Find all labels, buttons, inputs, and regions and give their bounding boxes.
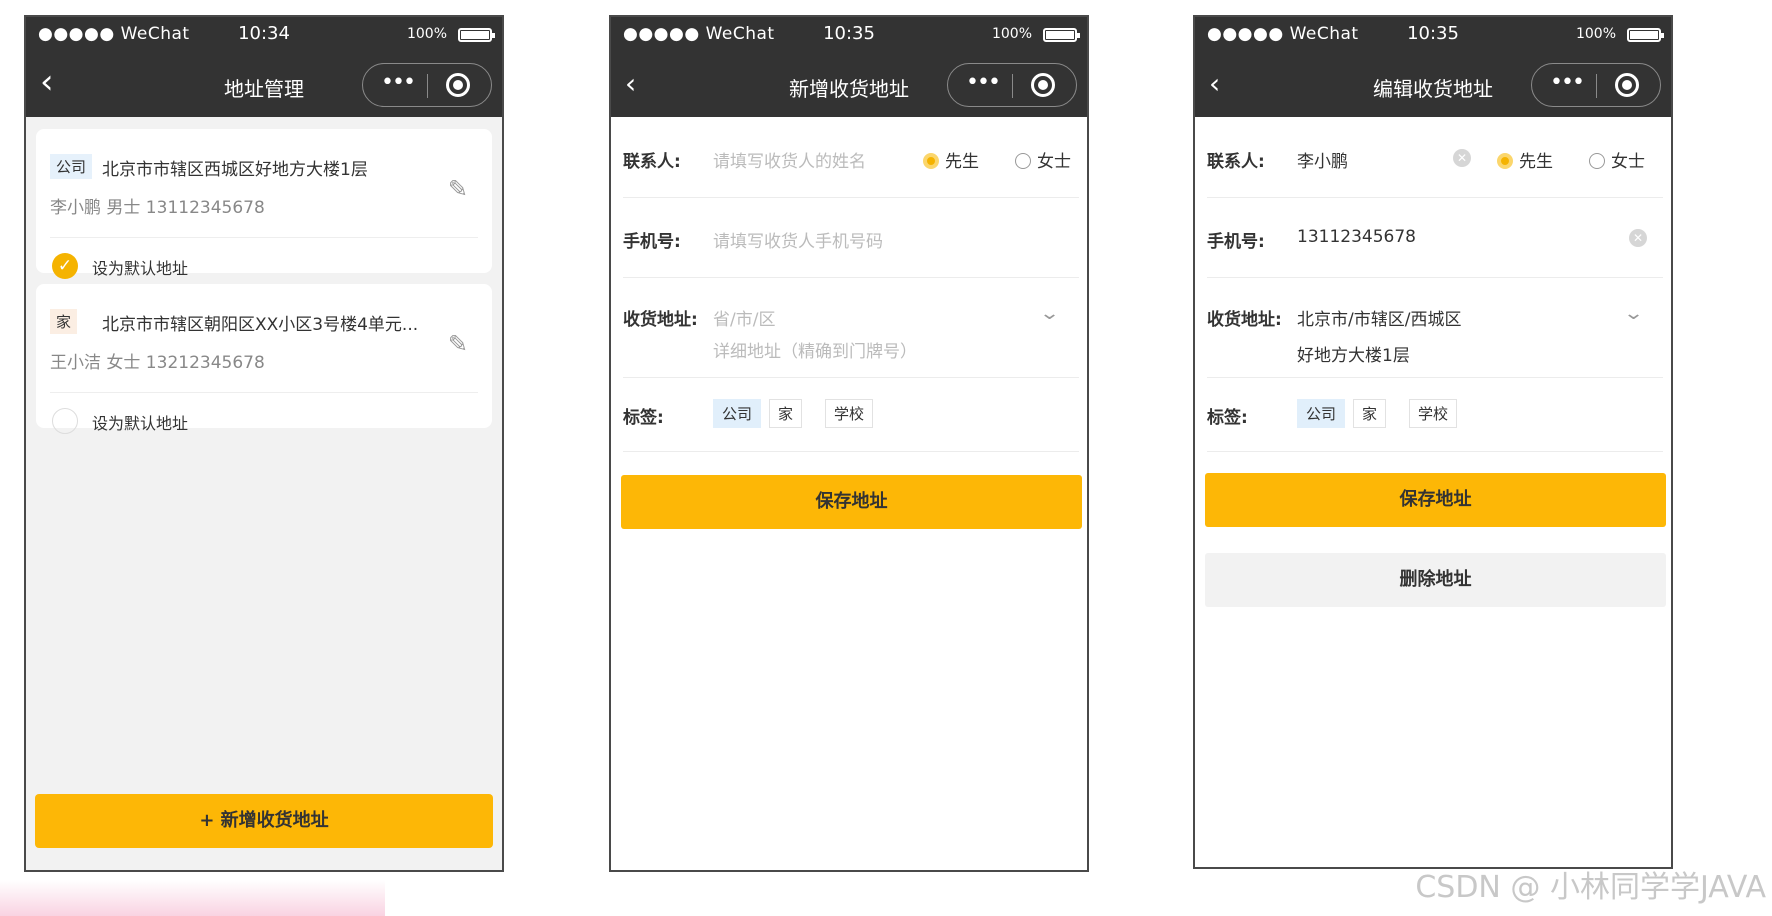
- address-tag: 公司: [50, 154, 93, 179]
- nav-bar: ‹ 新增收货地址 •••: [611, 53, 1087, 117]
- delete-address-button[interactable]: 删除地址: [1205, 553, 1666, 607]
- contact-info: 李小鹏 男士 13112345678: [50, 198, 265, 218]
- close-target-icon[interactable]: [446, 73, 470, 97]
- radio-selected-icon: [1497, 153, 1513, 169]
- address-card[interactable]: 公司 北京市市辖区西城区好地方大楼1层 李小鹏 男士 13112345678 ✎…: [36, 129, 492, 279]
- tag-school-chip[interactable]: 学校: [1409, 399, 1458, 428]
- region-picker[interactable]: 北京市/市辖区/西城区: [1297, 305, 1461, 330]
- address-form: 联系人: 李小鹏 ✕ 先生 女士 手机号: 13112345678 ✕ 收货地址…: [1195, 117, 1671, 867]
- chevron-down-icon[interactable]: ⌄: [1039, 303, 1060, 324]
- set-default-label[interactable]: 设为默认地址: [92, 410, 188, 434]
- mini-program-capsule: •••: [362, 63, 492, 107]
- battery-percent: 100%: [1575, 26, 1616, 42]
- tag-home-chip[interactable]: 家: [1353, 399, 1387, 428]
- phone-edit-address: ●●●●● WeChat 10:35 100% ‹ 编辑收货地址 ••• 联系人…: [1193, 15, 1673, 869]
- radio-selected-icon: [923, 153, 939, 169]
- gender-female-label: 女士: [1037, 152, 1071, 172]
- chevron-down-icon[interactable]: ⌄: [1623, 303, 1644, 324]
- close-target-icon[interactable]: [1615, 73, 1639, 97]
- address-card[interactable]: 家 北京市市辖区朝阳区XX小区3号楼4单元... 王小洁 女士 13212345…: [36, 284, 492, 434]
- gender-female-label: 女士: [1611, 152, 1645, 172]
- gender-male-label: 先生: [945, 152, 979, 172]
- detail-address-input[interactable]: 详细地址（精确到门牌号）: [713, 337, 917, 362]
- address-list: 公司 北京市市辖区西城区好地方大楼1层 李小鹏 男士 13112345678 ✎…: [26, 117, 502, 870]
- tag-company-chip[interactable]: 公司: [713, 399, 762, 428]
- more-icon[interactable]: •••: [966, 70, 1001, 95]
- phone-input[interactable]: 请填写收货人手机号码: [713, 227, 883, 252]
- gender-female-radio[interactable]: 女士: [1589, 147, 1645, 172]
- tag-row: 标签: 公司 家 学校: [1207, 377, 1663, 452]
- set-default-label[interactable]: 设为默认地址: [92, 255, 188, 279]
- address-row: 收货地址: 省/市/区 ⌄ 详细地址（精确到门牌号）: [623, 277, 1079, 378]
- phone-label: 手机号:: [623, 232, 681, 252]
- edit-icon[interactable]: ✎: [448, 330, 468, 358]
- battery-icon: [1627, 28, 1664, 42]
- tag-home-chip[interactable]: 家: [769, 399, 803, 428]
- more-icon[interactable]: •••: [1550, 70, 1585, 95]
- address-form: 联系人: 请填写收货人的姓名 先生 女士 手机号: 请填写收货人手机号码 收货地…: [611, 117, 1087, 870]
- tag-company-chip[interactable]: 公司: [1297, 399, 1346, 428]
- edit-icon[interactable]: ✎: [448, 175, 468, 203]
- capsule-divider: [427, 74, 428, 98]
- decorative-bar: [0, 880, 385, 916]
- clear-icon[interactable]: ✕: [1629, 229, 1647, 247]
- tag-label: 标签:: [1207, 408, 1248, 428]
- save-address-button[interactable]: 保存地址: [621, 475, 1082, 529]
- gender-male-radio[interactable]: 先生: [923, 147, 979, 172]
- address-label: 收货地址:: [1207, 310, 1282, 330]
- add-address-button[interactable]: + 新增收货地址: [35, 794, 493, 848]
- capsule-divider: [1012, 74, 1013, 98]
- tag-label: 标签:: [623, 408, 664, 428]
- address-label: 收货地址:: [623, 310, 698, 330]
- status-bar: ●●●●● WeChat 10:35 100%: [1195, 17, 1671, 53]
- watermark: CSDN @ 小林同学学JAVA: [1415, 870, 1766, 905]
- phone-row: 手机号: 13112345678 ✕: [1207, 197, 1663, 278]
- save-address-button[interactable]: 保存地址: [1205, 473, 1666, 527]
- status-bar: ●●●●● WeChat 10:35 100%: [611, 17, 1087, 53]
- default-unchecked-icon[interactable]: [52, 408, 78, 434]
- phone-input[interactable]: 13112345678: [1297, 227, 1416, 247]
- contact-label: 联系人:: [1207, 152, 1265, 172]
- radio-unselected-icon: [1015, 153, 1031, 169]
- nav-bar: ‹ 编辑收货地址 •••: [1195, 53, 1671, 117]
- gender-male-label: 先生: [1519, 152, 1553, 172]
- mini-program-capsule: •••: [947, 63, 1077, 107]
- address-row: 收货地址: 北京市/市辖区/西城区 ⌄ 好地方大楼1层: [1207, 277, 1663, 378]
- default-checked-icon[interactable]: ✓: [52, 253, 78, 279]
- more-icon[interactable]: •••: [381, 70, 416, 95]
- gender-female-radio[interactable]: 女士: [1015, 147, 1071, 172]
- contact-row: 联系人: 请填写收货人的姓名 先生 女士: [623, 117, 1079, 198]
- region-picker[interactable]: 省/市/区: [713, 305, 775, 330]
- contact-input[interactable]: 请填写收货人的姓名: [713, 147, 866, 172]
- gender-male-radio[interactable]: 先生: [1497, 147, 1553, 172]
- tag-school-chip[interactable]: 学校: [825, 399, 874, 428]
- nav-bar: ‹ 地址管理 •••: [26, 53, 502, 117]
- phone-add-address: ●●●●● WeChat 10:35 100% ‹ 新增收货地址 ••• 联系人…: [609, 15, 1089, 872]
- mini-program-capsule: •••: [1531, 63, 1661, 107]
- clear-icon[interactable]: ✕: [1453, 149, 1471, 167]
- tag-row: 标签: 公司 家 学校: [623, 377, 1079, 452]
- divider: [50, 237, 478, 238]
- status-bar: ●●●●● WeChat 10:34 100%: [26, 17, 502, 53]
- capsule-divider: [1596, 74, 1597, 98]
- contact-label: 联系人:: [623, 152, 681, 172]
- battery-percent: 100%: [991, 26, 1032, 42]
- address-tag: 家: [50, 309, 78, 334]
- address-text: 北京市市辖区朝阳区XX小区3号楼4单元...: [102, 315, 419, 335]
- contact-row: 联系人: 李小鹏 ✕ 先生 女士: [1207, 117, 1663, 198]
- battery-icon: [1043, 28, 1080, 42]
- phone-label: 手机号:: [1207, 232, 1265, 252]
- contact-info: 王小洁 女士 13212345678: [50, 353, 265, 373]
- contact-input[interactable]: 李小鹏: [1297, 147, 1348, 172]
- battery-percent: 100%: [406, 26, 447, 42]
- radio-unselected-icon: [1589, 153, 1605, 169]
- close-target-icon[interactable]: [1031, 73, 1055, 97]
- phone-row: 手机号: 请填写收货人手机号码: [623, 197, 1079, 278]
- phone-address-list: ●●●●● WeChat 10:34 100% ‹ 地址管理 ••• 公司 北京…: [24, 15, 504, 872]
- divider: [50, 392, 478, 393]
- detail-address-input[interactable]: 好地方大楼1层: [1297, 341, 1410, 366]
- address-text: 北京市市辖区西城区好地方大楼1层: [102, 160, 368, 180]
- battery-icon: [458, 28, 495, 42]
